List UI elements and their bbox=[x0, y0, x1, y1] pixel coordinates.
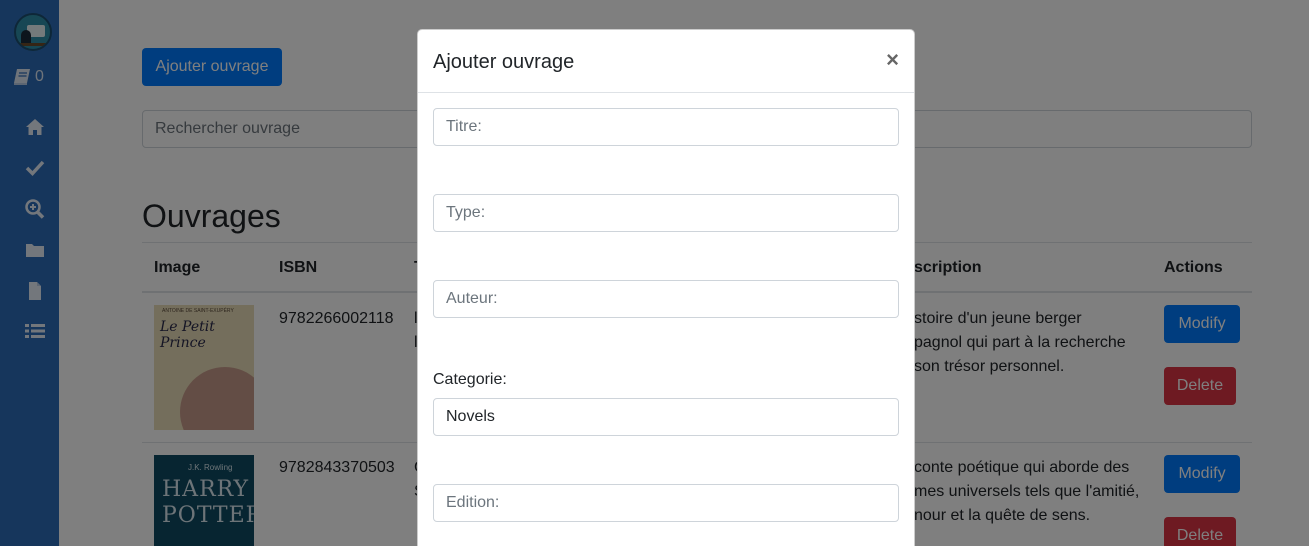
categorie-label: Categorie: bbox=[433, 371, 507, 388]
categorie-select[interactable]: Novels bbox=[433, 398, 899, 436]
auteur-field[interactable]: Auteur: bbox=[433, 280, 899, 318]
titre-field[interactable]: Titre: bbox=[433, 108, 899, 146]
type-field[interactable]: Type: bbox=[433, 194, 899, 232]
modal-header: Ajouter ouvrage × bbox=[418, 30, 914, 93]
edition-field[interactable]: Edition: bbox=[433, 484, 899, 522]
close-icon[interactable]: × bbox=[886, 48, 899, 72]
add-book-modal: Ajouter ouvrage × Titre: Type: Auteur: C… bbox=[417, 29, 915, 546]
modal-title: Ajouter ouvrage bbox=[433, 51, 575, 73]
